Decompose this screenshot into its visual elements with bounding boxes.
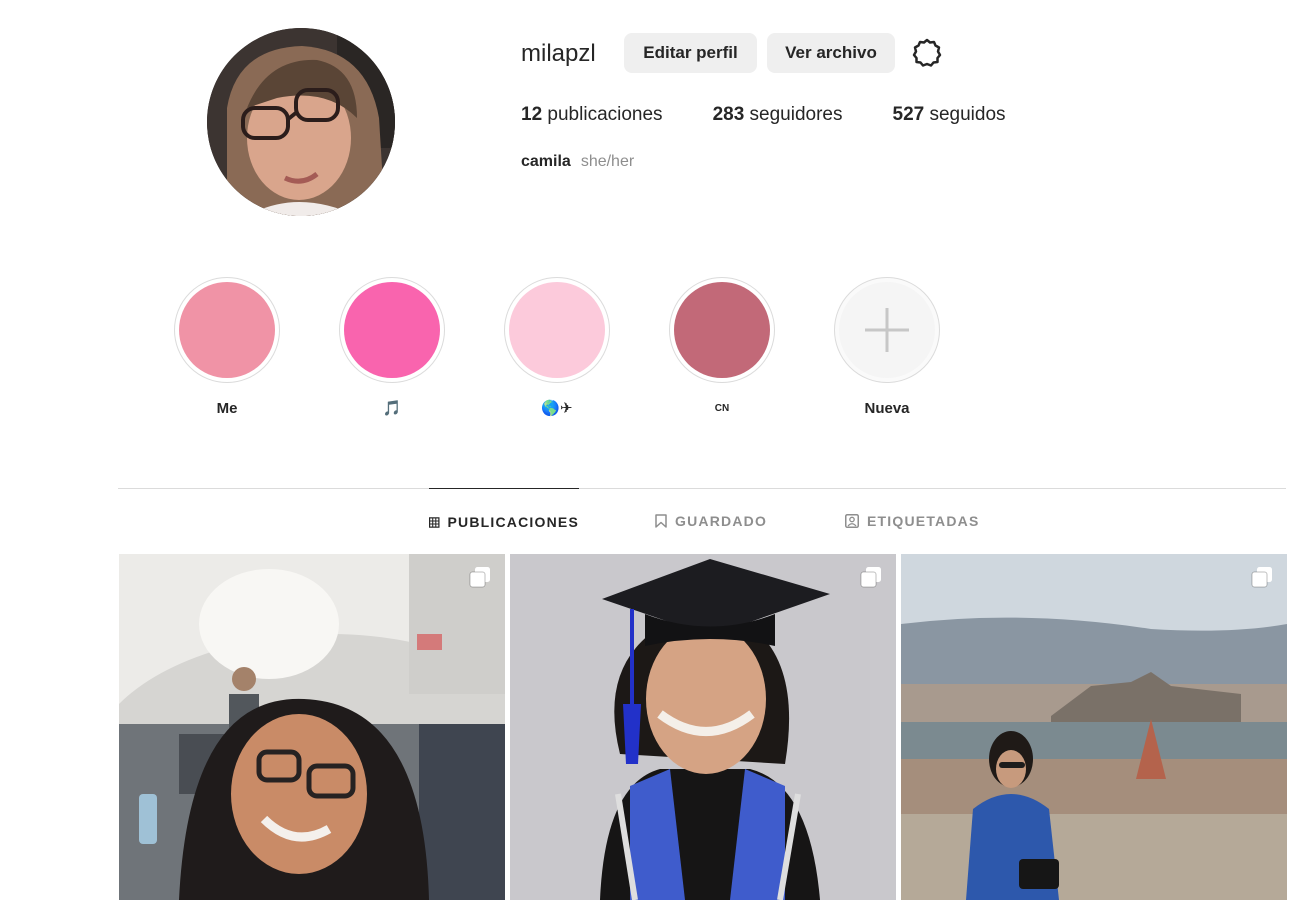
highlight-cover [344,282,440,378]
plus-icon [839,282,935,378]
multiple-photos-icon [469,567,490,588]
multiple-photos-icon [860,567,881,588]
post-thumbnail-airplane[interactable] [119,554,505,900]
highlight-travel[interactable]: 🌎✈ [504,277,610,418]
highlight-cn[interactable]: CN [669,277,775,418]
highlight-music[interactable]: 🎵 [339,277,445,418]
tab-tagged[interactable]: ETIQUETADAS [845,488,980,554]
profile-stats: 12 publicaciones 283 seguidores 527 segu… [521,102,1056,128]
tab-label: PUBLICACIONES [447,514,579,530]
highlight-cover [509,282,605,378]
profile-bio: camila she/her [521,151,634,173]
settings-gear-icon[interactable] [911,37,943,69]
highlight-me[interactable]: Me [174,277,280,418]
grid-icon [429,516,440,528]
following-count: 527 [892,104,925,125]
highlight-cover [179,282,275,378]
edit-profile-button[interactable]: Editar perfil [624,33,757,73]
profile-avatar[interactable] [207,28,395,216]
highlight-label: Me [216,400,238,417]
posts-label: publicaciones [547,104,663,125]
highlight-ring [834,277,940,383]
bookmark-icon [655,514,667,528]
highlight-ring [339,277,445,383]
new-highlight-button[interactable]: Nueva [834,277,940,418]
profile-pronouns: she/her [580,153,635,170]
tab-saved[interactable]: GUARDADO [655,488,767,554]
following-link[interactable]: 527 seguidos [893,102,1006,128]
tab-label: ETIQUETADAS [867,513,980,529]
followers-label: seguidores [749,104,843,125]
profile-username: milapzl [521,40,596,67]
post-thumbnail-budapest[interactable] [901,554,1287,900]
highlight-ring [669,277,775,383]
posts-count-stat: 12 publicaciones [521,102,663,128]
multiple-photos-icon [1251,567,1272,588]
following-label: seguidos [929,104,1006,125]
posts-count: 12 [521,104,543,125]
tab-label: GUARDADO [675,513,768,529]
profile-name: camila [521,153,571,170]
tab-posts[interactable]: PUBLICACIONES [429,488,579,555]
post-thumbnail-graduation[interactable] [510,554,896,900]
highlight-label: 🌎✈ [541,400,573,417]
view-archive-button[interactable]: Ver archivo [767,33,895,73]
highlight-ring [174,277,280,383]
followers-count: 283 [712,104,745,125]
highlight-label: 🎵 [382,400,402,417]
highlight-ring [504,277,610,383]
highlight-label: Nueva [864,400,910,417]
highlight-label: CN [714,403,730,414]
followers-link[interactable]: 283 seguidores [713,102,843,128]
highlight-cover [674,282,770,378]
tagged-icon [845,514,859,528]
